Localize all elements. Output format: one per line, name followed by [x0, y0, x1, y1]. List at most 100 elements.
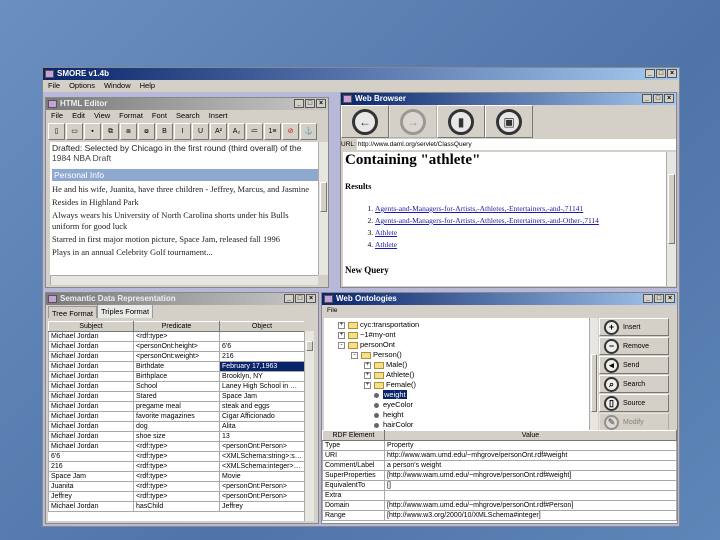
send-button[interactable]: ◂ Send	[599, 356, 669, 374]
close-button[interactable]: ×	[316, 99, 326, 108]
column-header[interactable]: Subject	[48, 321, 134, 332]
column-header[interactable]: RDF Element	[322, 430, 385, 441]
search-button[interactable]: ⌕ Search	[599, 375, 669, 393]
result-link[interactable]: Agents-and-Managers-for-Artists,-Athlete…	[375, 204, 583, 213]
url-input[interactable]: http://www.daml.org/servlet/ClassQuery	[356, 138, 676, 150]
collapse-icon[interactable]: -	[351, 351, 358, 359]
modify-button[interactable]: ✎ Modify	[599, 413, 669, 431]
maximize-button[interactable]: □	[305, 99, 315, 108]
table-row[interactable]: SuperProperties [http://www.wam.umd.edu/~…	[322, 470, 677, 481]
table-row[interactable]: Juanita <rdf:type> <personOnt:Person>	[48, 481, 304, 492]
maximize-button[interactable]: □	[656, 69, 666, 78]
close-button[interactable]: ×	[664, 94, 674, 103]
menu-file[interactable]: File	[48, 80, 60, 92]
tree-node[interactable]: height	[338, 410, 589, 420]
editor-hscrollbar[interactable]	[50, 275, 318, 285]
table-row[interactable]: Michael Jordan Birthplace Brooklyn, NY	[48, 371, 304, 382]
menu-search[interactable]: Search	[176, 110, 200, 122]
editor-vscrollbar[interactable]	[318, 142, 328, 275]
menu-help[interactable]: Help	[140, 80, 155, 92]
minimize-button[interactable]: _	[642, 94, 652, 103]
toolbar-button-11[interactable]: ≔	[246, 123, 263, 140]
result-link[interactable]: Agents-and-Managers-for-Artists,-Athlete…	[375, 216, 599, 225]
tree-node[interactable]: + cyc:transportation	[338, 320, 589, 330]
table-row[interactable]: Domain [http://www.wam.umd.edu/~mhgrove/p…	[322, 500, 677, 511]
column-header[interactable]: Object	[219, 321, 304, 332]
close-button[interactable]: ×	[306, 294, 316, 303]
table-row[interactable]: Comment/Label a person's weight	[322, 460, 677, 471]
table-row[interactable]: Michael Jordan <personOnt:height> 6'6	[48, 341, 304, 352]
expand-icon[interactable]: +	[338, 321, 345, 329]
toolbar-button-5[interactable]: ⧇	[138, 123, 155, 140]
close-button[interactable]: ×	[665, 294, 675, 303]
tree-node[interactable]: - Person()	[338, 350, 589, 360]
table-row[interactable]: Michael Jordan pregame meal steak and eggs	[48, 401, 304, 412]
home-button[interactable]: ▣	[485, 105, 533, 138]
table-row[interactable]: 216 <rdf:type> <XMLSchema:integer>:in...	[48, 461, 304, 472]
minimize-button[interactable]: _	[643, 294, 653, 303]
menu-file[interactable]: File	[327, 305, 337, 317]
editor-content[interactable]: Drafted: Selected by Chicago in the firs…	[50, 142, 318, 275]
table-row[interactable]: Michael Jordan <rdf:type> <personOnt:Perso…	[48, 441, 304, 452]
toolbar-button-8[interactable]: U	[192, 123, 209, 140]
table-row[interactable]: Michael Jordan hasChild Jeffrey	[48, 501, 304, 512]
tree-vscrollbar[interactable]	[589, 318, 598, 430]
menu-format[interactable]: Format	[119, 110, 143, 122]
tree-node[interactable]: - personOnt	[338, 340, 589, 350]
table-row[interactable]: Michael Jordan shoe size 13	[48, 431, 304, 442]
table-row[interactable]: 6'6 <rdf:type> <XMLSchema:string>:stri...	[48, 451, 304, 462]
result-link[interactable]: Athlete	[375, 228, 397, 237]
toolbar-button-0[interactable]: ▯	[48, 123, 65, 140]
table-row[interactable]: Space Jam <rdf:type> Movie	[48, 471, 304, 482]
table-row[interactable]: Extra	[322, 490, 677, 501]
tree-node[interactable]: weight	[338, 390, 589, 400]
expand-icon[interactable]: +	[338, 331, 345, 339]
expand-icon[interactable]: +	[364, 361, 371, 369]
expand-icon[interactable]: +	[364, 381, 371, 389]
toolbar-button-2[interactable]: ▪	[84, 123, 101, 140]
table-row[interactable]: Michael Jordan Stared Space Jam	[48, 391, 304, 402]
collapse-icon[interactable]: -	[338, 341, 345, 349]
toolbar-button-7[interactable]: I	[174, 123, 191, 140]
toolbar-button-1[interactable]: ▭	[66, 123, 83, 140]
ontology-tree[interactable]: + cyc:transportation + ~1#my-ont - personOnt -…	[324, 318, 589, 430]
tree-node[interactable]: + Athlete()	[338, 370, 589, 380]
expand-icon[interactable]: +	[364, 371, 371, 379]
browser-vscrollbar[interactable]	[666, 152, 676, 286]
source-button[interactable]: ▯ Source	[599, 394, 669, 412]
menu-window[interactable]: Window	[104, 80, 131, 92]
toolbar-button-10[interactable]: A₂	[228, 123, 245, 140]
back-button[interactable]: ←	[341, 105, 389, 138]
tab-tree-format[interactable]: Tree Format	[48, 306, 97, 318]
toolbar-button-4[interactable]: ⧈	[120, 123, 137, 140]
tab-triples-format[interactable]: Triples Format	[96, 304, 154, 318]
table-row[interactable]: Michael Jordan dog Alita	[48, 421, 304, 432]
table-row[interactable]: URI http://www.wam.umd.edu/~mhgrove/perso…	[322, 450, 677, 461]
table-row[interactable]: Michael Jordan favorite magazines Cigar Af…	[48, 411, 304, 422]
insert-button[interactable]: + Insert	[599, 318, 669, 336]
toolbar-button-6[interactable]: B	[156, 123, 173, 140]
tree-node[interactable]: + Female()	[338, 380, 589, 390]
tree-node[interactable]: + ~1#my-ont	[338, 330, 589, 340]
maximize-button[interactable]: □	[653, 94, 663, 103]
menu-edit[interactable]: Edit	[72, 110, 85, 122]
table-row[interactable]: Michael Jordan Birthdate February 17,1963	[48, 361, 304, 372]
reload-button[interactable]: ▮	[437, 105, 485, 138]
column-header[interactable]: Predicate	[133, 321, 220, 332]
toolbar-button-14[interactable]: ⚓	[300, 123, 317, 140]
tree-node[interactable]: eyeColor	[338, 400, 589, 410]
remove-button[interactable]: − Remove	[599, 337, 669, 355]
tree-node[interactable]: hairColor	[338, 420, 589, 430]
triples-vscrollbar[interactable]	[304, 331, 314, 521]
table-row[interactable]: EquivalentTo[]	[322, 480, 677, 491]
minimize-button[interactable]: _	[284, 294, 294, 303]
maximize-button[interactable]: □	[654, 294, 664, 303]
column-header[interactable]: Value	[384, 430, 677, 441]
menu-insert[interactable]: Insert	[209, 110, 228, 122]
result-link[interactable]: Athlete	[375, 240, 397, 249]
menu-file[interactable]: File	[51, 110, 63, 122]
toolbar-button-9[interactable]: A²	[210, 123, 227, 140]
table-row[interactable]: Type Property	[322, 440, 677, 451]
table-row[interactable]: Michael Jordan <personOnt:weight> 216	[48, 351, 304, 362]
maximize-button[interactable]: □	[295, 294, 305, 303]
